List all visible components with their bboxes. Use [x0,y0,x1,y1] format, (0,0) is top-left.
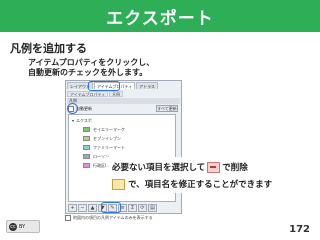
callout-line-1-prefix: 必要ない項目を選択して [112,163,206,173]
legend-swatch-icon [83,154,90,159]
callout-line-2: で、項目名を修正することができます [112,178,272,190]
legend-swatch-icon [83,163,90,168]
page-number: 172 [289,224,310,235]
legend-item-label: セイエリーマーケ [93,126,125,132]
tab-atlas[interactable]: アトラス [136,82,159,89]
cc-icon: cc [9,222,17,231]
subtab-item-properties[interactable]: アイテムプロパティ [67,91,109,97]
slide-title: エクスポート [106,8,214,29]
callout-line-2-text: で、項目名を修正することができます [128,180,273,190]
filter-by-map-row: 地図内の項目の凡例アイテムのみを表示する [65,215,225,221]
legend-item[interactable]: ファミリーマート [83,144,125,151]
callout-line-1-suffix: で削除 [222,163,248,173]
legend-swatch-icon [83,145,90,150]
callout-line-1: 必要ない項目を選択して で削除 [112,161,248,173]
legend-item[interactable]: セプンイレブン [83,135,121,142]
add-item-button[interactable]: + [68,203,77,212]
legend-toolbar: + − ▲ ▼ ✎ ≡ Σ ⟳ ▤ [68,202,180,213]
edit-icon [112,179,125,190]
remove-icon [207,162,221,173]
panel-tabs: レイアウト アイテムプロパティ アトラス [67,82,180,90]
move-up-button[interactable]: ▲ [88,203,97,212]
tree-root-label: エクスポ [76,117,92,123]
legend-item-label: セプンイレブン [93,135,121,141]
remove-item-button[interactable]: − [78,203,87,212]
count-button[interactable]: Σ [128,203,137,212]
filter-button[interactable]: ▤ [148,203,157,212]
update-all-button[interactable]: すべて更新 [156,105,178,112]
composer-panel: レイアウト アイテムプロパティ アトラス アイテムプロパティ 凡例 凡例 自動更… [65,80,182,214]
auto-update-label: 自動更新 [76,106,92,111]
refresh-button[interactable]: ⟳ [138,203,147,212]
section-heading: 凡例を追加する [10,42,87,55]
tree-root[interactable]: ▾ エクスポ [72,117,92,124]
instruction-line-2: 自動更新のチェックを外します。 [28,68,148,77]
subtab-legend[interactable]: 凡例 [109,91,124,97]
highlight-auto-update-checkbox [67,103,78,114]
legend-swatch-icon [83,136,90,141]
legend-swatch-icon [83,127,90,132]
legend-section-bar[interactable]: 凡例 [67,98,180,104]
license-text: BY [19,223,26,230]
legend-item-label: ファミリーマート [93,144,125,150]
expand-arrow-icon[interactable]: ▾ [72,118,74,123]
filter-by-map-checkbox[interactable] [65,215,71,221]
highlight-remove-edit-buttons [101,202,121,213]
highlight-item-properties-tab [88,81,120,91]
filter-by-map-label: 地図内の項目の凡例アイテムのみを表示する [73,215,153,220]
slide-title-banner: エクスポート [0,0,320,32]
license-badge: cc BY [6,220,40,233]
callout-box: 必要ない項目を選択して で削除 で、項目名を修正することができます [106,157,296,193]
legend-item[interactable]: セイエリーマーケ [83,126,125,133]
panel-subtabs: アイテムプロパティ 凡例 [67,91,180,97]
